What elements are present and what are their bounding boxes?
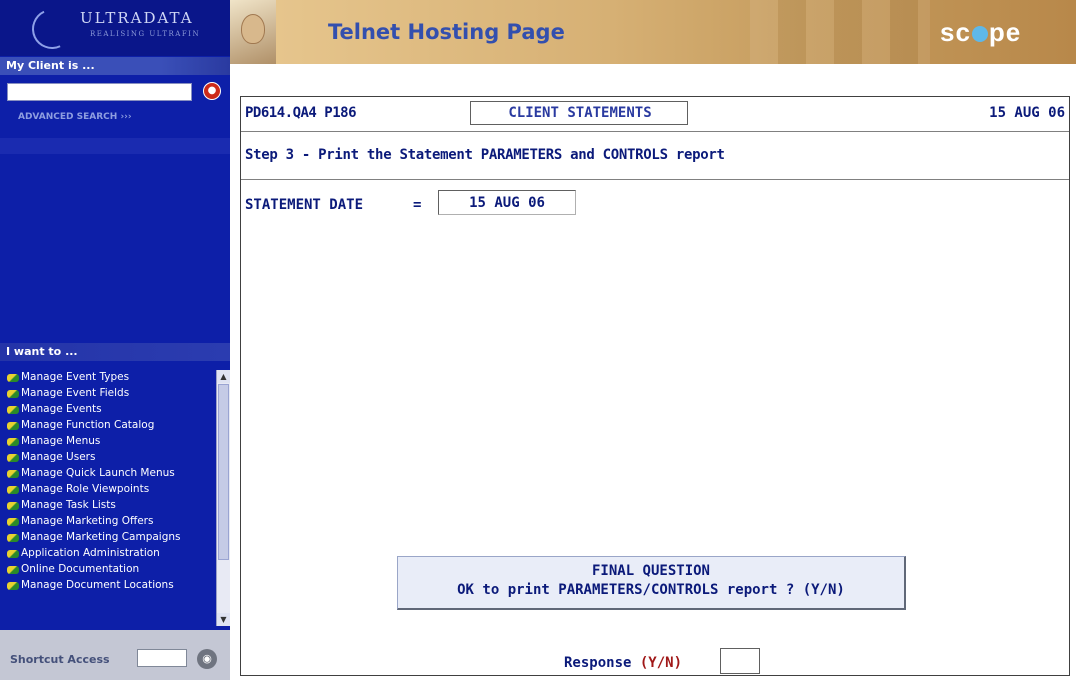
menu-item[interactable]: Manage Event Fields [0,386,216,402]
user-portrait [230,0,276,64]
response-label-text: Response [564,655,640,671]
menu-item-label: Manage Task Lists [21,499,116,511]
menu-item[interactable]: Manage Role Viewpoints [0,482,216,498]
menu-item-label: Manage Marketing Campaigns [21,531,181,543]
menu-bullet-icon [7,390,19,398]
menu-item[interactable]: Manage Marketing Offers [0,514,216,530]
screen-title-box: CLIENT STATEMENTS [470,101,688,125]
menu-bullet-icon [7,566,19,574]
terminal-date: 15 AUG 06 [989,105,1065,121]
ultradata-logo: ULTRADATA REALISING ULTRAFIN [0,0,230,56]
menu-item[interactable]: Manage Function Catalog [0,418,216,434]
menu-scrollbar[interactable]: ▲ ▼ [216,370,230,626]
scope-globe-icon [971,26,988,42]
menu-bullet-icon [7,486,19,494]
menu-bullet-icon [7,438,19,446]
my-client-heading: My Client is ... [0,57,230,75]
statement-date-label: STATEMENT DATE [245,197,364,213]
sidebar: ULTRADATA REALISING ULTRAFIN My Client i… [0,0,230,680]
menu-item-label: Manage Users [21,451,96,463]
menu-bullet-icon [7,582,19,590]
menu-item-label: Manage Quick Launch Menus [21,467,175,479]
menu-item[interactable]: Manage Events [0,402,216,418]
menu-bullet-icon [7,534,19,542]
statement-date-field[interactable]: 15 AUG 06 [438,190,576,215]
shortcut-access-label: Shortcut Access [10,653,110,666]
logo-tagline: REALISING ULTRAFIN [90,30,201,38]
shortcut-access-panel: Shortcut Access ◉ [0,630,230,680]
shortcut-access-input[interactable] [137,649,187,667]
menu-bullet-icon [7,470,19,478]
sidebar-divider [0,138,230,154]
menu-item[interactable]: Online Documentation [0,562,216,578]
scroll-up-icon[interactable]: ▲ [217,370,230,383]
scroll-thumb[interactable] [218,384,229,560]
menu-item-label: Manage Document Locations [21,579,174,591]
menu-item[interactable]: Application Administration [0,546,216,562]
page-title: Telnet Hosting Page [328,20,565,44]
search-icon: ◉ [202,652,212,665]
response-label: Response (Y/N) [564,655,682,671]
logo-swoosh-icon [26,3,78,55]
menu-item[interactable]: Manage Menus [0,434,216,450]
response-options: (Y/N) [639,655,683,671]
menu-item[interactable]: Manage Task Lists [0,498,216,514]
program-id: PD614.QA4 P186 [245,105,357,121]
scope-logo: sc pe [940,17,1021,48]
menu-bullet-icon [7,422,19,430]
menu-item[interactable]: Manage Users [0,450,216,466]
menu-item[interactable]: Manage Quick Launch Menus [0,466,216,482]
terminal-step-row: Step 3 - Print the Statement PARAMETERS … [241,131,1069,180]
response-input[interactable] [720,648,760,674]
magnifier-icon: ● [207,85,217,96]
chevron-right-icon: ››› [120,112,132,122]
shortcut-go-button[interactable]: ◉ [197,649,217,669]
menu-item-label: Manage Marketing Offers [21,515,154,527]
scroll-down-icon[interactable]: ▼ [217,613,230,626]
menu-item-label: Manage Menus [21,435,101,447]
menu-item-label: Manage Role Viewpoints [21,483,150,495]
menu-item-label: Application Administration [21,547,160,559]
menu-item-label: Manage Events [21,403,102,415]
menu-item[interactable]: Manage Document Locations [0,578,216,594]
menu-item-label: Manage Event Types [21,371,130,383]
menu-item-label: Manage Function Catalog [21,419,155,431]
screen-title: CLIENT STATEMENTS [508,105,652,121]
logo-brand-text: ULTRADATA [80,9,194,27]
menu-item-label: Manage Event Fields [21,387,130,399]
advanced-search-link[interactable]: ADVANCED SEARCH ››› [18,112,132,122]
menu-bullet-icon [7,374,19,382]
portrait-face-icon [241,14,265,44]
menu-bullet-icon [7,406,19,414]
client-search-button[interactable]: ● [203,82,221,100]
statement-date-equals: = [413,197,422,213]
client-search-input[interactable] [7,83,192,101]
menu-item[interactable]: Manage Event Types [0,370,216,386]
header-decoration [750,0,930,64]
final-question-text: OK to print PARAMETERS/CONTROLS report ?… [457,582,845,598]
menu-bullet-icon [7,502,19,510]
telnet-terminal[interactable]: PD614.QA4 P186 CLIENT STATEMENTS 15 AUG … [240,96,1070,676]
scope-logo-left: sc [940,17,971,47]
terminal-header-row: PD614.QA4 P186 CLIENT STATEMENTS 15 AUG … [241,97,1069,132]
final-question-title: FINAL QUESTION [591,563,710,579]
menu-bullet-icon [7,518,19,526]
menu-item[interactable]: Manage Marketing Campaigns [0,530,216,546]
i-want-to-heading: I want to ... [0,343,230,361]
scope-logo-right: pe [988,17,1022,47]
advanced-search-label: ADVANCED SEARCH [18,112,118,122]
page-header: Telnet Hosting Page sc pe [230,0,1076,64]
statement-date-value: 15 AUG 06 [469,195,545,211]
final-question-dialog: FINAL QUESTION OK to print PARAMETERS/CO… [397,556,906,610]
action-menu: Manage Event Types Manage Event Fields Man… [0,370,216,594]
step-description: Step 3 - Print the Statement PARAMETERS … [245,147,725,163]
menu-bullet-icon [7,454,19,462]
menu-bullet-icon [7,550,19,558]
menu-item-label: Online Documentation [21,563,140,575]
